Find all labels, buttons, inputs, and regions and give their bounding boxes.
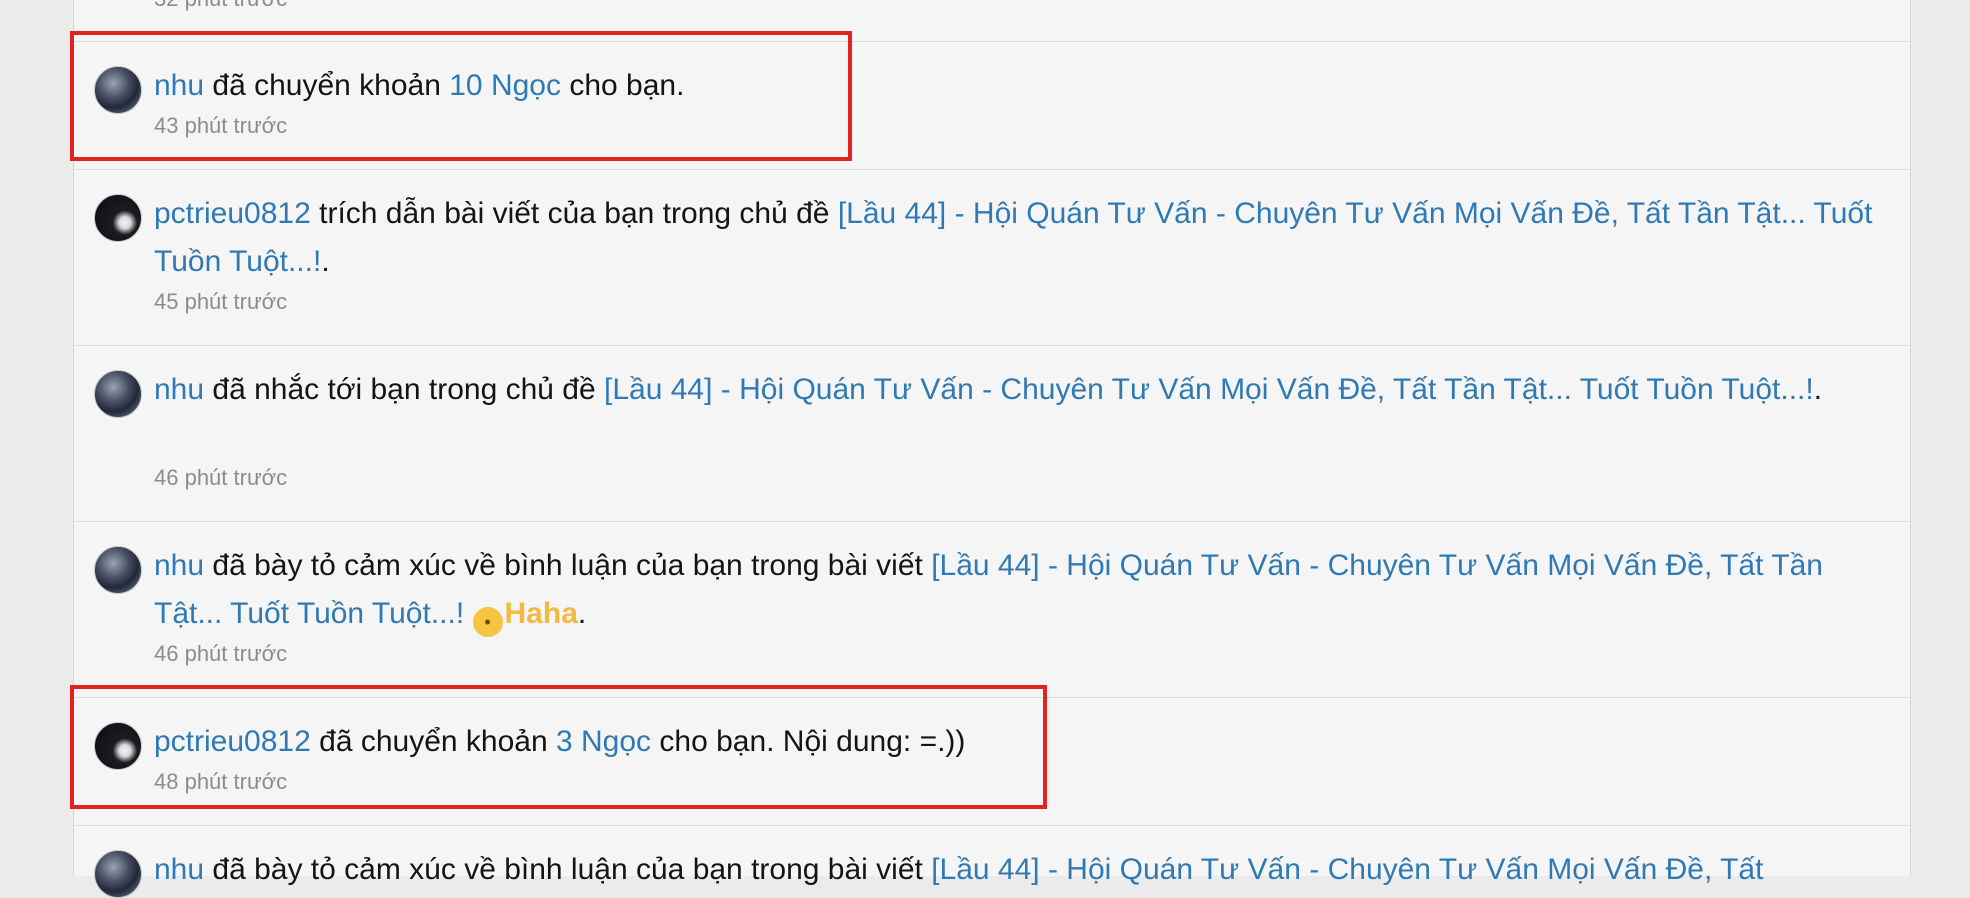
divider [74,345,1910,346]
timestamp: 45 phút trước [154,289,288,314]
notification-text: nhu đã bày tỏ cảm xúc về bình luận của b… [154,846,1880,894]
thread-link[interactable]: [Lầu 44] - Hội Quán Tư Vấn - Chuyên Tư V… [604,373,1814,406]
user-link[interactable]: pctrieu0812 [154,197,311,230]
avatar[interactable] [94,850,142,898]
notification-text: pctrieu0812 trích dẫn bài viết của bạn t… [154,190,1880,286]
divider [74,825,1910,826]
user-link[interactable]: nhu [154,549,204,582]
suffix-text: . [577,597,587,630]
suffix-text: . [1813,373,1823,406]
timestamp: 46 phút trước [154,465,288,490]
highlight-box [70,31,852,161]
avatar[interactable] [94,546,142,594]
action-text: đã bày tỏ cảm xúc về bình luận của bạn t… [204,853,932,886]
action-text: đã nhắc tới bạn trong chủ đề [204,373,605,406]
reaction-label: Haha [504,597,578,630]
laughing-emoji-icon: • [472,607,503,637]
highlight-box [70,685,1047,809]
divider [74,169,1910,170]
thread-link[interactable]: [Lầu 44] - Hội Quán Tư Vấn - Chuyên Tư V… [931,853,1763,886]
timestamp: 32 phút trước [154,0,287,12]
suffix-text: . [321,245,330,278]
notification-text: nhu đã bày tỏ cảm xúc về bình luận của b… [154,542,1880,638]
action-text: trích dẫn bài viết của bạn trong chủ đề [310,197,838,230]
notification-text: nhu đã nhắc tới bạn trong chủ đề [Lầu 44… [154,366,1880,414]
user-link[interactable]: nhu [154,373,204,406]
avatar[interactable] [94,194,142,242]
timestamp: 46 phút trước [154,641,288,666]
action-text: đã bày tỏ cảm xúc về bình luận của bạn t… [204,549,932,582]
divider [74,521,1910,522]
avatar[interactable] [94,370,142,418]
user-link[interactable]: nhu [154,853,204,886]
